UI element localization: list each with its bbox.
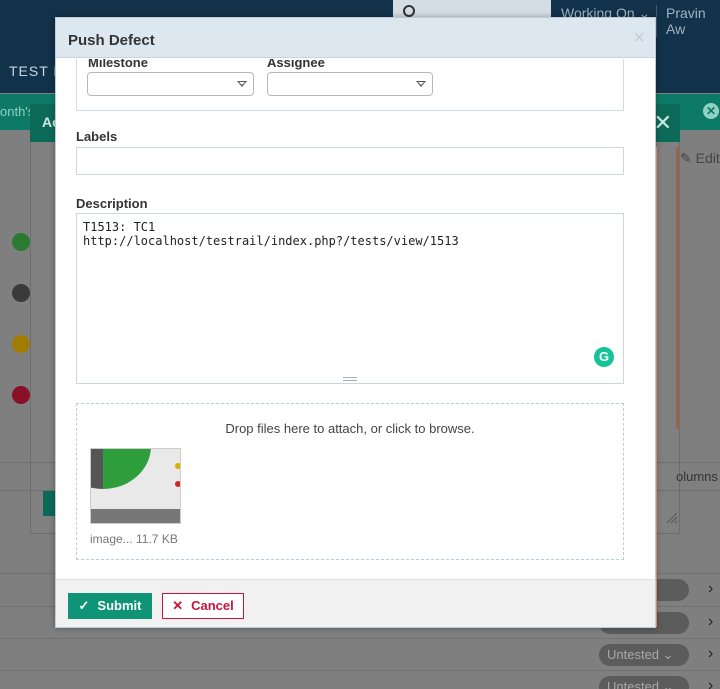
dialog-body: Milestone Assignee Labels Description T1… [56, 59, 655, 579]
submit-label: Submit [97, 598, 142, 613]
assignee-label: Assignee [267, 59, 325, 70]
description-textarea[interactable]: T1513: TC1 http://localhost/testrail/ind… [76, 213, 624, 384]
background-dialog-close-icon[interactable]: ✕ [654, 110, 672, 136]
chevron-right-icon[interactable]: › [708, 645, 713, 663]
thumbnail-dot [175, 481, 180, 487]
cancel-button[interactable]: ✕ Cancel [162, 593, 244, 619]
dialog-footer: ✓ Submit ✕ Cancel [56, 579, 655, 627]
row-divider [0, 638, 720, 639]
status-dropdown[interactable]: Untested ⌄ [599, 676, 689, 689]
resize-handle-icon[interactable] [666, 512, 678, 524]
thumbnail-strip [91, 509, 180, 523]
attachment-caption: image... 11.7 KB [90, 532, 178, 546]
dialog-header: Push Defect × [56, 18, 655, 58]
user-menu[interactable]: Pravin Aw [656, 5, 720, 37]
check-icon: ✓ [78, 598, 90, 613]
labels-input[interactable] [76, 147, 624, 175]
banner-close-icon[interactable]: ✕ [703, 103, 719, 119]
status-dot-passed [12, 233, 30, 251]
close-icon[interactable]: × [633, 28, 645, 48]
textarea-resize-handle[interactable] [343, 377, 357, 381]
chevron-right-icon[interactable]: › [708, 613, 713, 631]
labels-label: Labels [76, 129, 118, 144]
status-dot-retest [12, 335, 30, 353]
push-defect-dialog: Push Defect × Milestone Assignee Labels … [55, 17, 656, 628]
submit-button[interactable]: ✓ Submit [68, 593, 152, 619]
status-dot-blocked [12, 284, 30, 302]
row-divider [0, 670, 720, 671]
status-dropdown[interactable]: Untested ⌄ [599, 644, 689, 666]
description-label: Description [76, 196, 148, 211]
grammarly-icon[interactable]: G [594, 347, 614, 367]
background-scrollbar [676, 147, 680, 429]
dropzone-text: Drop files here to attach, or click to b… [225, 421, 475, 436]
thumbnail-pie-chart [91, 449, 151, 489]
chevron-right-icon[interactable]: › [708, 580, 713, 598]
milestone-select[interactable] [87, 72, 254, 96]
columns-link[interactable]: olumns [676, 469, 718, 484]
assignee-select[interactable] [267, 72, 433, 96]
attachment-thumbnail[interactable] [90, 448, 181, 524]
chevron-down-icon [416, 81, 426, 87]
dialog-title: Push Defect [68, 32, 155, 49]
attachment-dropzone[interactable]: Drop files here to attach, or click to b… [76, 403, 624, 560]
chevron-down-icon [237, 81, 247, 87]
thumbnail-dot [175, 463, 180, 469]
cancel-label: Cancel [191, 598, 234, 613]
close-icon: ✕ [172, 598, 184, 613]
status-dot-failed [12, 386, 30, 404]
chevron-right-icon[interactable]: › [708, 677, 713, 689]
edit-link[interactable]: ✎ Edit [680, 150, 720, 167]
milestone-label: Milestone [88, 59, 148, 70]
search-icon [403, 5, 415, 17]
